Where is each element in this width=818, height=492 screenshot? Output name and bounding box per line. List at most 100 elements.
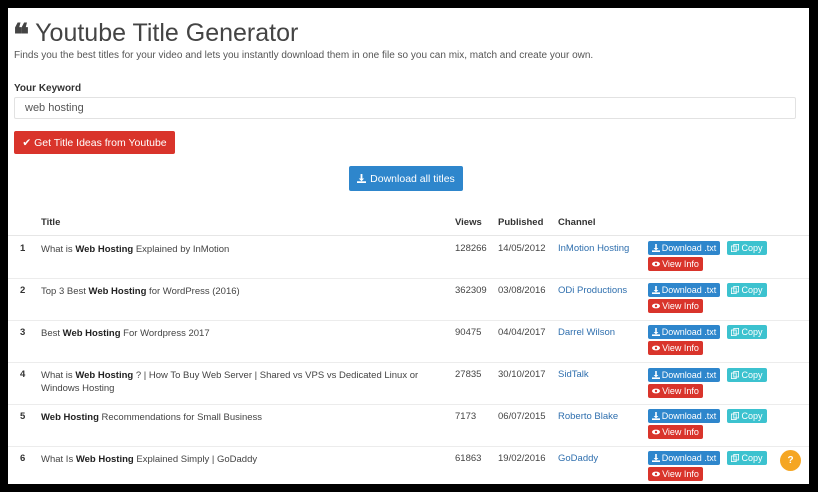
- get-title-ideas-button[interactable]: ✔ Get Title Ideas from Youtube: [14, 131, 175, 154]
- eye-icon: [652, 261, 661, 267]
- row-views: 27835: [455, 369, 482, 380]
- row-title-post: Explained by InMotion: [133, 244, 230, 255]
- row-title-post: Recommendations for Small Business: [98, 412, 263, 423]
- row-title-keyword: Web Hosting: [75, 244, 134, 255]
- download-txt-button[interactable]: Download .txt: [648, 451, 720, 465]
- view-info-button[interactable]: View Info: [648, 467, 703, 481]
- copy-label: Copy: [741, 411, 763, 421]
- download-txt-label: Download .txt: [661, 285, 717, 295]
- row-channel-link[interactable]: Roberto Blake: [558, 411, 618, 422]
- table-row: 5 Web Hosting Recommendations for Small …: [8, 404, 809, 447]
- eye-icon: [652, 303, 661, 309]
- table-row: 2 Top 3 Best Web Hosting for WordPress (…: [8, 278, 809, 321]
- row-channel-link[interactable]: ODi Productions: [558, 285, 627, 296]
- copy-button[interactable]: Copy: [727, 451, 767, 465]
- view-info-button[interactable]: View Info: [648, 425, 703, 439]
- keyword-label: Your Keyword: [14, 83, 82, 94]
- column-views: Views: [455, 217, 482, 228]
- row-published: 14/05/2012: [498, 243, 546, 254]
- row-title-keyword: Web Hosting: [88, 286, 147, 297]
- row-views: 7173: [455, 411, 477, 422]
- download-txt-button[interactable]: Download .txt: [648, 241, 720, 255]
- help-button[interactable]: ?: [780, 450, 801, 471]
- row-published: 19/02/2016: [498, 453, 546, 464]
- row-title: Top 3 Best Web Hosting for WordPress (20…: [41, 285, 436, 298]
- copy-label: Copy: [741, 243, 763, 253]
- table-row: 1 What is Web Hosting Explained by InMot…: [8, 236, 809, 279]
- eye-icon: [652, 429, 661, 435]
- download-txt-button[interactable]: Download .txt: [648, 325, 720, 339]
- copy-button[interactable]: Copy: [727, 368, 767, 382]
- page-subtitle: Finds you the best titles for your video…: [14, 50, 594, 61]
- row-title-post: For Wordpress 2017: [120, 328, 210, 339]
- row-title: Web Hosting Recommendations for Small Bu…: [41, 411, 436, 424]
- copy-label: Copy: [741, 370, 763, 380]
- download-icon: [651, 454, 660, 462]
- quote-icon: ❝: [13, 18, 30, 53]
- view-info-label: View Info: [662, 386, 699, 396]
- row-number: 1: [20, 243, 26, 254]
- row-title-post: Explained Simply | GoDaddy: [133, 454, 258, 465]
- download-txt-button[interactable]: Download .txt: [648, 368, 720, 382]
- app-frame: ❝ Youtube Title Generator Finds you the …: [8, 8, 809, 484]
- table-row: 6 What Is Web Hosting Explained Simply |…: [8, 446, 809, 484]
- view-info-label: View Info: [662, 301, 699, 311]
- table-row: 3 Best Web Hosting For Wordpress 2017 90…: [8, 320, 809, 363]
- row-title-pre: Best: [41, 328, 63, 339]
- eye-icon: [652, 471, 661, 477]
- row-published: 03/08/2016: [498, 285, 546, 296]
- download-icon: [651, 328, 660, 336]
- row-views: 362309: [455, 285, 487, 296]
- eye-icon: [652, 388, 661, 394]
- view-info-button[interactable]: View Info: [648, 384, 703, 398]
- view-info-button[interactable]: View Info: [648, 341, 703, 355]
- row-number: 4: [20, 369, 26, 380]
- view-info-button[interactable]: View Info: [648, 257, 703, 271]
- download-icon: [651, 412, 660, 420]
- copy-icon: [731, 454, 740, 462]
- copy-button[interactable]: Copy: [727, 325, 767, 339]
- view-info-label: View Info: [662, 259, 699, 269]
- row-title-keyword: Web Hosting: [75, 454, 134, 465]
- row-channel-link[interactable]: InMotion Hosting: [558, 243, 629, 254]
- column-channel: Channel: [558, 217, 596, 228]
- download-txt-button[interactable]: Download .txt: [648, 283, 720, 297]
- page-title: ❝ Youtube Title Generator: [13, 18, 299, 53]
- row-channel-link[interactable]: Darrel Wilson: [558, 327, 615, 338]
- row-channel-link[interactable]: SidTalk: [558, 369, 589, 380]
- eye-icon: [652, 345, 661, 351]
- download-icon: [651, 244, 660, 252]
- copy-button[interactable]: Copy: [727, 283, 767, 297]
- row-published: 06/07/2015: [498, 411, 546, 422]
- row-published: 30/10/2017: [498, 369, 546, 380]
- page-title-text: Youtube Title Generator: [35, 18, 299, 47]
- column-published: Published: [498, 217, 544, 228]
- copy-icon: [731, 244, 740, 252]
- download-icon: [357, 174, 367, 183]
- copy-icon: [731, 286, 740, 294]
- row-title-pre: Top 3 Best: [41, 286, 89, 297]
- view-info-label: View Info: [662, 343, 699, 353]
- view-info-button[interactable]: View Info: [648, 299, 703, 313]
- copy-icon: [731, 328, 740, 336]
- row-number: 6: [20, 453, 26, 464]
- row-channel-link[interactable]: GoDaddy: [558, 453, 598, 464]
- download-txt-label: Download .txt: [661, 243, 717, 253]
- download-icon: [651, 286, 660, 294]
- row-title-keyword: Web Hosting: [41, 412, 99, 423]
- download-txt-button[interactable]: Download .txt: [648, 409, 720, 423]
- copy-button[interactable]: Copy: [727, 409, 767, 423]
- download-all-titles-button[interactable]: Download all titles: [349, 166, 463, 191]
- row-number: 3: [20, 327, 26, 338]
- row-number: 2: [20, 285, 26, 296]
- keyword-input[interactable]: [14, 97, 796, 119]
- copy-button[interactable]: Copy: [727, 241, 767, 255]
- row-title: What Is Web Hosting Explained Simply | G…: [41, 453, 436, 466]
- row-title-pre: What is: [41, 370, 76, 381]
- copy-icon: [731, 371, 740, 379]
- column-title: Title: [41, 217, 61, 228]
- copy-label: Copy: [741, 327, 763, 337]
- row-title-post: for WordPress (2016): [146, 286, 240, 297]
- row-title-keyword: Web Hosting: [75, 370, 134, 381]
- check-icon: ✔: [22, 136, 32, 149]
